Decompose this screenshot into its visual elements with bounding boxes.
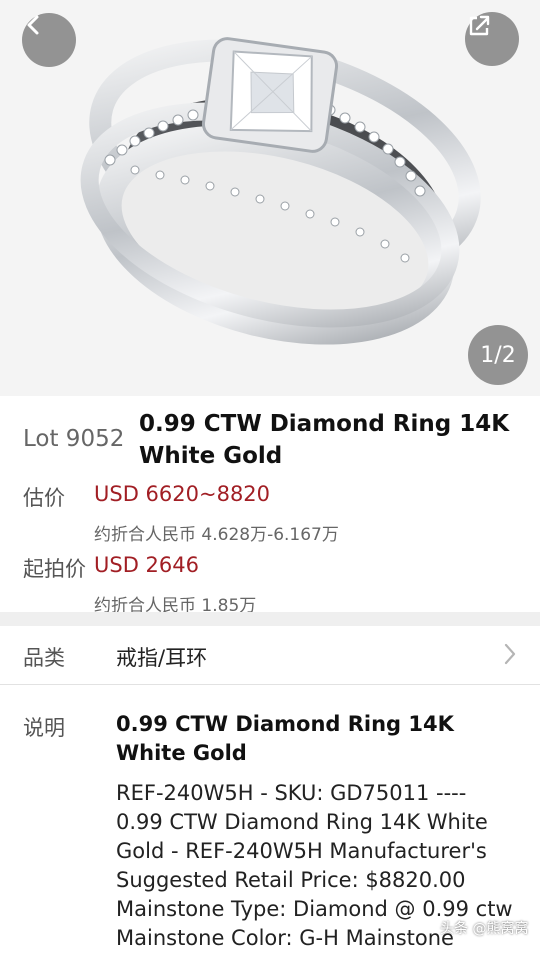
product-image-gallery[interactable]: 1/2 [0,0,540,396]
chevron-right-icon [504,643,516,665]
watermark: 头条 @熊窝窝 [440,921,529,937]
back-button[interactable] [22,13,76,67]
description-title: 0.99 CTW Diamond Ring 14K White Gold [116,712,454,765]
description-label: 说明 [23,716,65,740]
ring-image [0,0,540,396]
category-row[interactable]: 品类 戒指/耳环 [0,626,540,684]
category-value: 戒指/耳环 [116,646,208,670]
chevron-left-icon [27,15,39,35]
starting-bid-label: 起拍价 [23,557,86,581]
image-counter: 1/2 [468,325,528,385]
share-icon [469,15,490,36]
estimate-label: 估价 [23,486,65,510]
section-divider [0,612,540,626]
starting-bid-price: USD 2646 [94,553,199,577]
estimate-price: USD 6620~8820 [94,482,271,506]
lot-number: Lot 9052 [23,426,125,452]
share-button[interactable] [465,12,519,66]
lot-title: 0.99 CTW Diamond Ring 14K White Gold [139,411,510,469]
estimate-rmb: 约折合人民币 4.628万-6.167万 [94,525,339,545]
category-label: 品类 [23,646,65,670]
row-separator [0,684,540,685]
